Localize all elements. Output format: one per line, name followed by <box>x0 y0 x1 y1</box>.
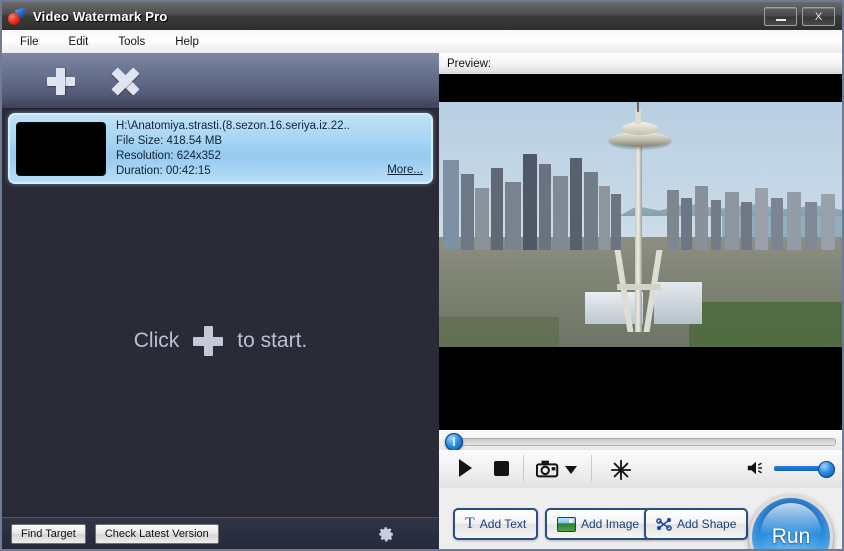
plus-icon <box>193 326 224 356</box>
minimize-icon <box>775 18 786 21</box>
sparkle-icon[interactable] <box>609 459 633 481</box>
shape-icon <box>656 517 672 531</box>
title-bar: Video Watermark Pro X <box>2 2 842 31</box>
file-toolbar <box>2 53 439 109</box>
add-text-button[interactable]: T Add Text <box>453 508 539 540</box>
add-shape-label: Add Shape <box>677 517 737 531</box>
file-list[interactable]: H:\Anatomiya.strasti.(8.sezon.16.seriya.… <box>2 108 439 518</box>
window-title: Video Watermark Pro <box>33 8 168 24</box>
file-resolution: Resolution: 624x352 <box>116 149 221 162</box>
menu-bar: File Edit Tools Help <box>2 30 842 54</box>
volume-handle[interactable] <box>818 461 835 478</box>
preview-label: Preview: <box>447 57 492 70</box>
chevron-down-icon[interactable] <box>565 466 577 474</box>
run-button[interactable]: Run <box>749 495 833 549</box>
more-link[interactable]: More... <box>387 163 423 178</box>
stop-icon[interactable] <box>494 459 512 478</box>
play-icon[interactable] <box>459 459 477 478</box>
picture-icon <box>557 516 576 532</box>
video-preview[interactable] <box>439 74 842 430</box>
seek-bar[interactable] <box>439 430 842 451</box>
check-latest-version-button[interactable]: Check Latest Version <box>94 524 219 544</box>
minimize-button[interactable] <box>764 7 797 26</box>
video-frame-image <box>439 102 842 347</box>
left-status-bar: Find Target Check Latest Version <box>2 517 439 549</box>
file-list-panel: H:\Anatomiya.strasti.(8.sezon.16.seriya.… <box>2 53 439 549</box>
seek-handle[interactable] <box>445 433 463 451</box>
seek-track[interactable] <box>452 438 836 446</box>
find-target-button[interactable]: Find Target <box>11 524 86 544</box>
app-logo-icon <box>8 7 26 25</box>
gear-icon[interactable] <box>377 525 395 543</box>
menu-help[interactable]: Help <box>163 33 211 51</box>
app-window: Video Watermark Pro X File Edit Tools He… <box>0 0 844 551</box>
camera-icon[interactable] <box>536 459 560 479</box>
add-image-button[interactable]: Add Image <box>545 508 652 540</box>
add-shape-button[interactable]: Add Shape <box>644 508 749 540</box>
add-text-label: Add Text <box>479 517 527 531</box>
run-label: Run <box>771 525 811 548</box>
close-button[interactable]: X <box>802 7 835 26</box>
preview-panel: Preview: T Add Text Add Image Add Shape … <box>439 53 842 549</box>
file-size: File Size: 418.54 MB <box>116 134 223 147</box>
file-duration: Duration: 00:42:15 <box>116 164 211 177</box>
empty-state-hint: Click to start. <box>2 326 439 356</box>
file-path: H:\Anatomiya.strasti.(8.sezon.16.seriya.… <box>116 119 350 132</box>
menu-file[interactable]: File <box>8 33 51 51</box>
player-controls <box>439 450 842 489</box>
list-item[interactable]: H:\Anatomiya.strasti.(8.sezon.16.seriya.… <box>8 113 433 184</box>
hint-text-before: Click <box>133 329 180 352</box>
menu-tools[interactable]: Tools <box>106 33 157 51</box>
window-buttons: X <box>764 7 840 26</box>
text-t-icon: T <box>465 515 475 532</box>
preview-header: Preview: <box>439 53 842 75</box>
menu-edit[interactable]: Edit <box>57 33 101 51</box>
speaker-icon[interactable] <box>746 459 766 477</box>
add-image-label: Add Image <box>581 517 640 531</box>
file-metadata: H:\Anatomiya.strasti.(8.sezon.16.seriya.… <box>116 119 431 179</box>
remove-file-button[interactable] <box>109 65 143 97</box>
add-file-button[interactable] <box>44 65 78 97</box>
hint-text-after: to start. <box>237 329 308 352</box>
watermark-toolbar: T Add Text Add Image Add Shape Run <box>439 488 842 549</box>
video-thumbnail <box>16 121 106 176</box>
